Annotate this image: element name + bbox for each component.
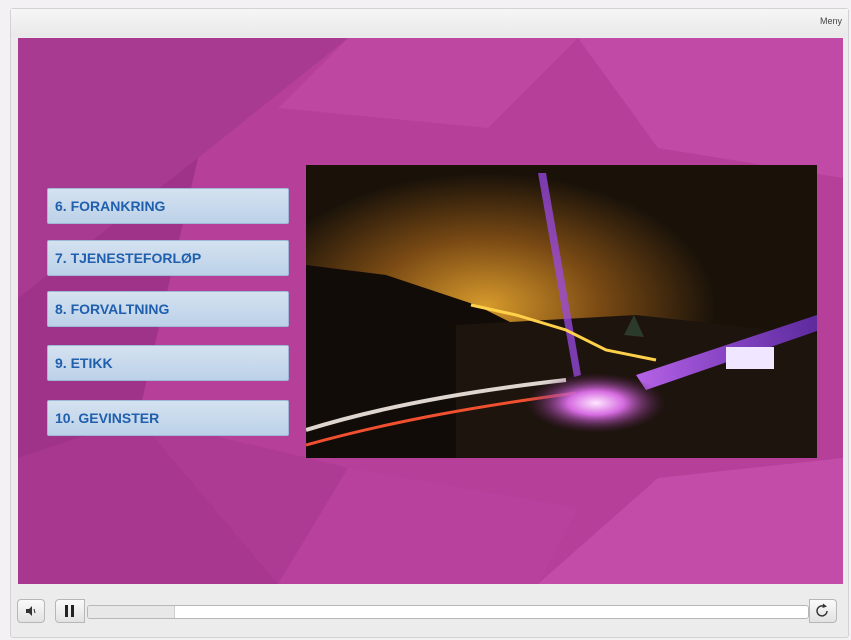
pause-icon (65, 605, 74, 617)
night-landscape-photo (306, 165, 817, 458)
player-topbar: Meny (11, 9, 848, 37)
seek-progress (88, 606, 176, 618)
replay-icon (816, 603, 828, 617)
nav-button-gevinster[interactable]: 10. GEVINSTER (47, 400, 289, 436)
night-landscape-photo-icon (306, 165, 817, 458)
speaker-icon (26, 606, 36, 616)
slide-area: 6. FORANKRING 7. TJENESTEFORLØP 8. FORVA… (18, 38, 843, 584)
nav-button-etikk[interactable]: 9. ETIKK (47, 345, 289, 381)
player-frame: Meny 6. FORANKRING 7. TJENESTEFORLØP 8. … (10, 8, 849, 638)
nav-button-forvaltning[interactable]: 8. FORVALTNING (47, 291, 289, 327)
nav-button-forankring[interactable]: 6. FORANKRING (47, 188, 289, 224)
menu-button[interactable]: Meny (820, 16, 842, 26)
pause-button[interactable] (55, 599, 85, 623)
nav-button-tjenesteforlop[interactable]: 7. TJENESTEFORLØP (47, 240, 289, 276)
seek-bar[interactable] (87, 605, 809, 619)
replay-button[interactable] (809, 599, 837, 623)
player-controls (11, 593, 848, 637)
volume-button[interactable] (17, 599, 45, 623)
